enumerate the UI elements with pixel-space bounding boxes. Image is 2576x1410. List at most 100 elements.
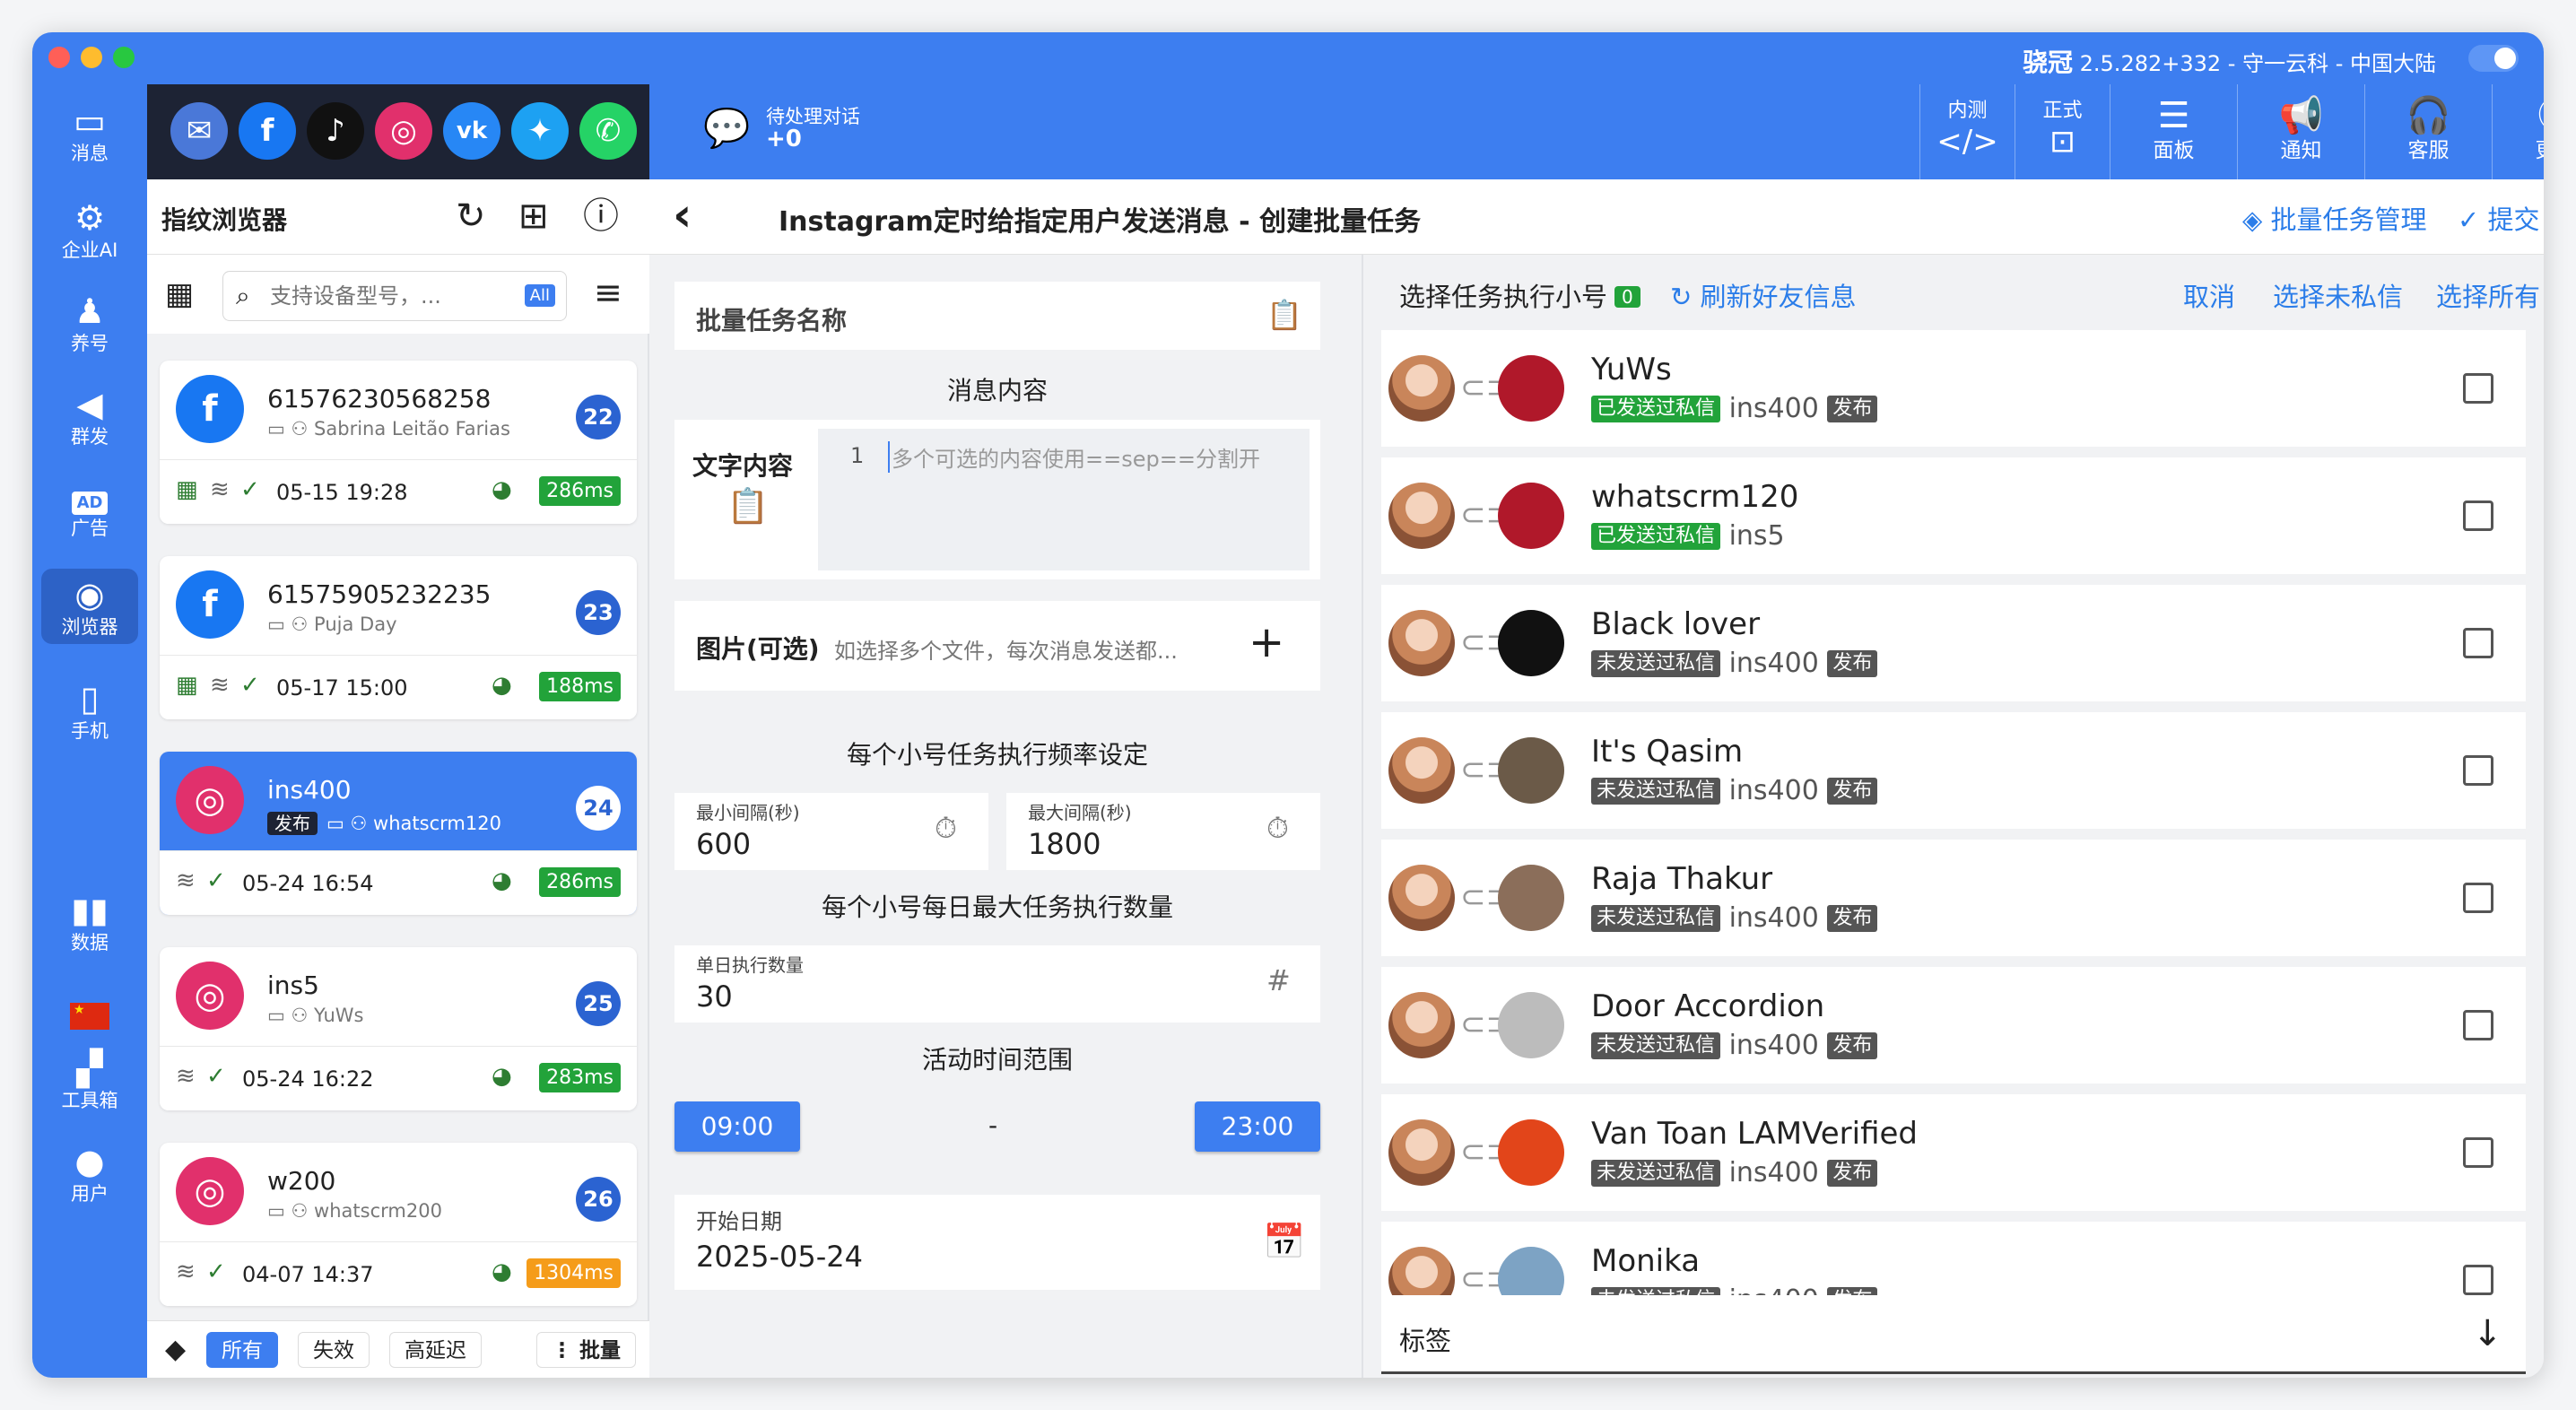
topbar-button-4[interactable]: 🎧 客服: [2364, 84, 2492, 179]
friend-name: YuWs: [1591, 352, 1672, 387]
filter-high-latency-button[interactable]: 高延迟: [389, 1332, 482, 1368]
nav-item-0[interactable]: ▭ 消息: [32, 100, 147, 165]
min-interval-value: 600: [696, 827, 752, 861]
nav-item-9[interactable]: ▞ 工具箱: [32, 1048, 147, 1112]
topbar-button-5[interactable]: Ⓐ更新: [2492, 84, 2544, 179]
search-input[interactable]: [270, 281, 512, 311]
select-unsent-button[interactable]: 选择未私信: [2273, 276, 2403, 314]
minimize-window-button[interactable]: [81, 47, 102, 68]
sort-icon[interactable]: ≡: [594, 273, 622, 312]
profile-card[interactable]: ◎ w200 ▭ ⚇ whatscrm200 26 ≋ ✓ 04-07 14:37 ◕ 1304…: [160, 1143, 637, 1306]
profile-sub: ▭ ⚇ whatscrm200: [267, 1200, 442, 1222]
profile-sub-name: Sabrina Leitão Farias: [314, 418, 510, 440]
account-row[interactable]: ⊂⊃ YuWs 已发送过私信 ins400 发布: [1381, 330, 2526, 447]
paste-icon[interactable]: 📋: [727, 486, 769, 527]
select-all-button[interactable]: 选择所有: [2436, 276, 2540, 314]
tag-select[interactable]: 标签 ↓: [1381, 1295, 2526, 1374]
account-row[interactable]: ⊂⊃ Black lover 未发送过私信 ins400 发布: [1381, 585, 2526, 701]
profile-card[interactable]: f 61575905232235 ▭ ⚇ Puja Day 23 ▦ ≋ ✓ 05-17 15…: [160, 556, 637, 719]
theme-toggle[interactable]: [2468, 45, 2519, 72]
time-start-button[interactable]: 09:00: [674, 1101, 800, 1152]
nav-item-7[interactable]: ▮▮ 数据: [32, 890, 147, 954]
grid-view-icon[interactable]: ▦: [165, 278, 194, 310]
topbar-button-2[interactable]: ☰ 面板: [2110, 84, 2237, 179]
daily-count-field[interactable]: 单日执行数量 30 #: [674, 945, 1320, 1023]
profile-card[interactable]: ◎ ins400 发布 ▭ ⚇ whatscrm120 24 ≋ ✓ 05-24 16:54 ◕…: [160, 752, 637, 915]
account-name: ins400: [1728, 902, 1819, 934]
nav-item-2[interactable]: ♟ 养号: [32, 291, 147, 355]
last-active-time: 05-15 19:28: [276, 480, 408, 505]
topbar-button-1[interactable]: 正式 ⊡: [2015, 84, 2110, 179]
topbar-button-0[interactable]: 内测 </>: [1919, 84, 2015, 179]
row-checkbox[interactable]: [2463, 373, 2493, 404]
start-date-field[interactable]: 开始日期 2025-05-24 📅: [674, 1195, 1320, 1290]
nav-item-6[interactable]: ▯ 手机: [32, 678, 147, 743]
profile-name: ins5: [267, 970, 319, 1000]
twitter-icon[interactable]: ✦: [511, 102, 569, 160]
batch-task-manage-button[interactable]: ◈ 批量任务管理: [2242, 199, 2427, 237]
dm-status-badge: 已发送过私信: [1591, 523, 1721, 550]
time-end-button[interactable]: 23:00: [1195, 1101, 1320, 1152]
image-field[interactable]: 图片(可选) 如选择多个文件，每次消息发送都... +: [674, 601, 1320, 691]
nav-item-5[interactable]: ◉ 浏览器: [41, 569, 138, 644]
all-badge[interactable]: All: [524, 284, 555, 307]
generic-app-icon[interactable]: ✉: [170, 102, 228, 160]
add-image-icon[interactable]: +: [1249, 617, 1284, 667]
topbar-button-3[interactable]: 📢 通知: [2237, 84, 2364, 179]
text-placeholder: 多个可选的内容使用==sep==分割开: [888, 441, 1260, 473]
row-checkbox[interactable]: [2463, 1137, 2493, 1168]
cancel-button[interactable]: 取消: [2183, 276, 2235, 314]
nav-item-1[interactable]: ⚙ 企业AI: [32, 197, 147, 262]
text-content-editor[interactable]: 1 多个可选的内容使用==sep==分割开: [818, 429, 1310, 570]
calendar-icon[interactable]: 📅: [1263, 1222, 1305, 1262]
row-checkbox[interactable]: [2463, 628, 2493, 658]
row-checkbox[interactable]: [2463, 883, 2493, 913]
account-row[interactable]: ⊂⊃ Raja Thakur 未发送过私信 ins400 发布: [1381, 840, 2526, 956]
profile-card[interactable]: ◎ ins5 ▭ ⚇ YuWs 25 ≋ ✓ 05-24 16:22 ◕ 283ms: [160, 947, 637, 1110]
tiktok-icon[interactable]: ♪: [307, 102, 364, 160]
min-interval-field[interactable]: 最小间隔(秒) 600 ⏱: [674, 793, 988, 870]
facebook-icon[interactable]: f: [239, 102, 296, 160]
account-row[interactable]: ⊂⊃ It's Qasim 未发送过私信 ins400 发布: [1381, 712, 2526, 829]
submit-button[interactable]: ✓ 提交: [2458, 199, 2540, 237]
filter-all-button[interactable]: 所有: [206, 1332, 278, 1368]
whatsapp-icon[interactable]: ✆: [579, 102, 637, 160]
profile-sub: ▭ ⚇ Sabrina Leitão Farias: [267, 418, 510, 440]
row-checkbox[interactable]: [2463, 755, 2493, 786]
nav-item-4[interactable]: AD 广告: [32, 475, 147, 540]
hash-icon: #: [1266, 963, 1291, 997]
sender-avatar: [1388, 355, 1455, 422]
freq-section-title: 每个小号任务执行频率设定: [846, 740, 1148, 770]
nav-item-3[interactable]: ◀ 群发: [32, 384, 147, 448]
vk-icon[interactable]: vk: [443, 102, 500, 160]
info-icon[interactable]: ⓘ: [583, 194, 619, 239]
profile-card[interactable]: f 61576230568258 ▭ ⚇ Sabrina Leitão Farias…: [160, 361, 637, 524]
nav-label: 手机: [71, 720, 109, 742]
top-bar: 💬 待处理对话 +0 内测</>正式⊡☰面板📢通知🎧客服Ⓐ更新: [649, 84, 2544, 179]
refresh-friends-button[interactable]: ↻ 刷新好友信息: [1670, 276, 1857, 314]
instagram-icon[interactable]: ◎: [375, 102, 432, 160]
batch-button[interactable]: ⋮ 批量: [536, 1332, 637, 1368]
account-row[interactable]: ⊂⊃ Van Toan LAMVerified 未发送过私信 ins400 发布: [1381, 1094, 2526, 1211]
nav-item-8[interactable]: ★: [32, 981, 147, 1030]
profile-avatar-icon: ◎: [176, 766, 244, 834]
add-icon[interactable]: ⊞: [518, 194, 549, 239]
tag-icon[interactable]: ◆: [160, 1332, 192, 1368]
maximize-window-button[interactable]: [113, 47, 135, 68]
nav-item-10[interactable]: ● 用户: [32, 1141, 147, 1205]
page-title: Instagram定时给指定用户发送消息 - 创建批量任务: [779, 206, 1422, 238]
row-checkbox[interactable]: [2463, 500, 2493, 531]
account-row[interactable]: ⊂⊃ Door Accordion 未发送过私信 ins400 发布: [1381, 967, 2526, 1084]
task-name-field[interactable]: 批量任务名称 📋: [674, 282, 1320, 350]
back-arrow-icon[interactable]: ‹: [673, 190, 692, 240]
close-window-button[interactable]: [48, 47, 70, 68]
account-name: ins400: [1728, 648, 1819, 679]
dm-status-badge: 已发送过私信: [1591, 396, 1721, 422]
clipboard-icon[interactable]: 📋: [1266, 298, 1302, 332]
row-checkbox[interactable]: [2463, 1010, 2493, 1040]
filter-invalid-button[interactable]: 失效: [298, 1332, 370, 1368]
refresh-icon[interactable]: ↻: [456, 194, 486, 239]
row-checkbox[interactable]: [2463, 1265, 2493, 1295]
max-interval-field[interactable]: 最大间隔(秒) 1800 ⏱: [1006, 793, 1320, 870]
account-row[interactable]: ⊂⊃ whatscrm120 已发送过私信 ins5: [1381, 457, 2526, 574]
